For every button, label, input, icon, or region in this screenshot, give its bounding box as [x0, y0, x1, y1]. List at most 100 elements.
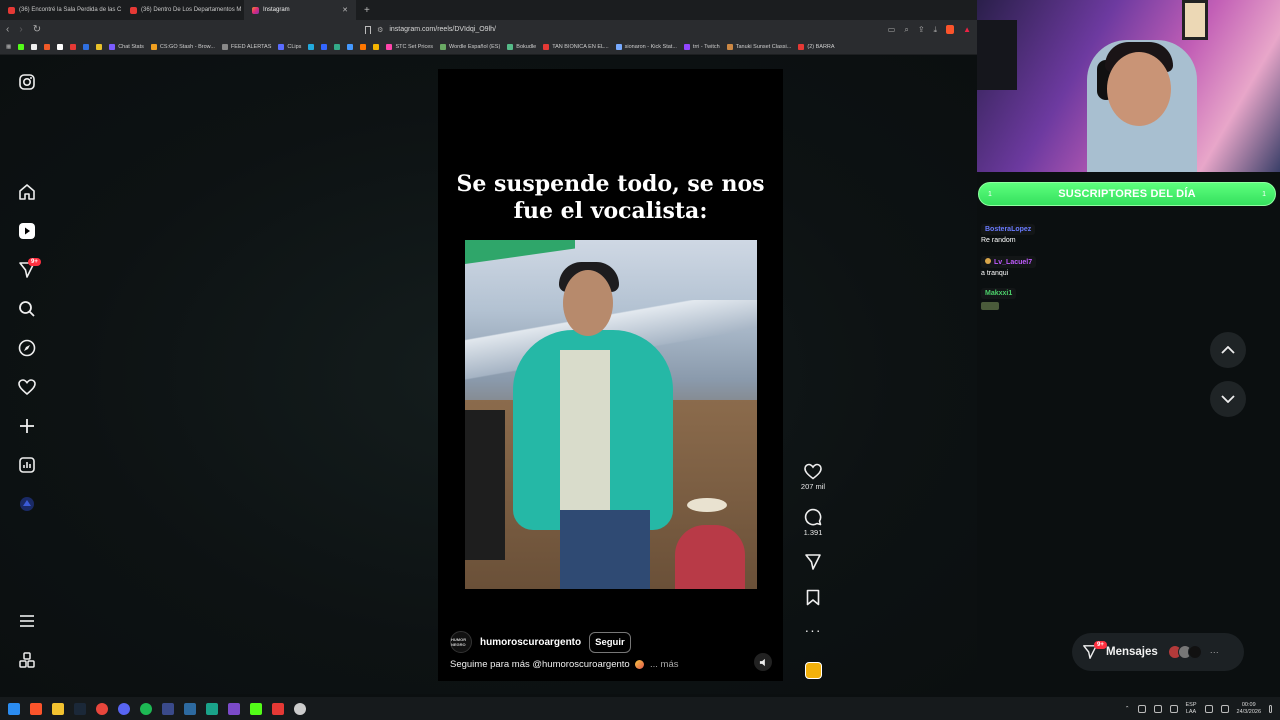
bookmark-twitch[interactable]: trri - Twitch [683, 43, 720, 50]
share-action[interactable] [793, 553, 833, 571]
bookmark-item[interactable] [360, 43, 367, 50]
input-language[interactable]: ESP LAA [1186, 702, 1197, 716]
tab-instagram[interactable]: Instagram ✕ [244, 0, 356, 20]
spotify-icon[interactable] [140, 702, 152, 715]
forward-icon[interactable]: › [19, 24, 22, 35]
bookmark-bokudle[interactable]: Bokudle [507, 43, 536, 50]
author-avatar[interactable]: HUMOR NEGRO [450, 631, 472, 653]
cast-icon[interactable]: ▭ [888, 25, 896, 34]
chrome-icon[interactable] [96, 702, 108, 715]
bookmark-tanuki[interactable]: Tanuki Sunset Classi... [726, 43, 791, 50]
dashboard-icon[interactable] [17, 455, 37, 475]
bookmark-barra[interactable]: (2) BARRA [798, 43, 835, 50]
bookmark-item[interactable] [44, 43, 51, 50]
home-icon[interactable] [17, 182, 37, 202]
bookmark-chat-stats[interactable]: Chat Stats [109, 43, 144, 50]
previous-reel-button[interactable] [1210, 332, 1246, 368]
chevron-up-icon[interactable]: ⌃ [1125, 706, 1130, 712]
mute-button[interactable] [754, 653, 772, 671]
site-info-icon[interactable]: ⚙ [377, 26, 383, 34]
also-from-meta-icon[interactable] [17, 650, 37, 670]
volume-icon[interactable] [1220, 704, 1229, 713]
messages-badge: 9+ [28, 258, 41, 266]
bookmark-tan-bionica[interactable]: TAN BIONICA EN EL... [543, 43, 609, 50]
bookmark-item[interactable] [18, 43, 25, 50]
more-menu-icon[interactable] [17, 611, 37, 631]
bookmark-icon[interactable] [365, 25, 372, 34]
messages-label: Mensajes [1106, 646, 1158, 658]
bookmark-clips[interactable]: CLips [278, 43, 301, 50]
tray-app-icon[interactable] [1153, 704, 1162, 713]
next-reel-button[interactable] [1210, 381, 1246, 417]
more-icon: ··· [804, 622, 822, 638]
app-icon[interactable] [294, 702, 306, 715]
bookmark-kick-stats[interactable]: sionaron - Kick Stat... [615, 43, 677, 50]
kick-icon[interactable] [250, 702, 262, 715]
close-icon[interactable]: ✕ [342, 6, 348, 14]
more-options-action[interactable]: ··· [793, 622, 833, 638]
steam-icon[interactable] [74, 702, 86, 715]
app-icon[interactable] [206, 702, 218, 715]
audio-thumbnail[interactable] [805, 662, 822, 679]
bookmark-item[interactable] [321, 43, 328, 50]
bookmark-wordle[interactable]: Wordle Español (ES) [440, 43, 500, 50]
chat-message: Makxxi1 [981, 288, 1017, 299]
comment-action[interactable]: 1.391 [793, 508, 833, 537]
brave-rewards-icon[interactable]: ▲ [963, 25, 971, 34]
profile-avatar-icon[interactable] [17, 494, 37, 514]
tab-youtube-1[interactable]: (36) Encontré la Sala Perdida de las C [0, 0, 122, 20]
bookmark-feed-alertas[interactable]: FEED ALERTAS [221, 43, 271, 50]
youtube-icon [8, 6, 15, 14]
show-desktop-button[interactable] [1269, 704, 1272, 713]
tab-youtube-2[interactable]: (36) Dentro De Los Departamentos M [122, 0, 244, 20]
bookmark-item[interactable] [308, 43, 315, 50]
notifications-heart-icon[interactable] [17, 377, 37, 397]
bookmark-item[interactable] [96, 43, 103, 50]
bookmark-item[interactable] [373, 43, 380, 50]
author-username[interactable]: humoroscuroargento [480, 637, 581, 648]
explore-icon[interactable] [17, 338, 37, 358]
bookmark-stc-set-prices[interactable]: STC Set Prices [386, 43, 433, 50]
start-icon[interactable] [8, 702, 20, 715]
create-plus-icon[interactable] [17, 416, 37, 436]
follow-button[interactable]: Seguir [589, 631, 631, 653]
network-icon[interactable] [1204, 704, 1213, 713]
back-icon[interactable]: ‹ [6, 24, 9, 35]
reels-icon[interactable] [17, 221, 37, 241]
apps-icon[interactable]: ▦ [6, 44, 11, 50]
reel-video-card[interactable]: Se suspende todo, se nos fue el vocalist… [438, 69, 783, 681]
bookmark-item[interactable] [31, 43, 38, 50]
search-icon[interactable] [17, 299, 37, 319]
like-count: 207 mil [800, 482, 826, 491]
bookmark-csgo-stash[interactable]: CS:GO Stash - Brow... [150, 43, 215, 50]
zoom-icon[interactable]: ⌕ [904, 25, 908, 35]
save-action[interactable] [793, 589, 833, 606]
bookmark-item[interactable] [70, 43, 77, 50]
bookmark-item[interactable] [83, 43, 90, 50]
brave-icon[interactable] [30, 702, 42, 715]
brave-shield-icon[interactable] [946, 25, 955, 34]
app-icon[interactable] [162, 702, 174, 715]
new-tab-button[interactable]: + [356, 5, 378, 16]
app-icon[interactable] [272, 702, 284, 715]
microphone-icon[interactable] [1169, 704, 1178, 713]
reel-video-frame[interactable] [465, 240, 757, 589]
url-field[interactable]: ⚙ instagram.com/reels/DVIdqi_O9lh/ [361, 25, 878, 34]
instagram-logo-icon[interactable] [17, 72, 37, 92]
bookmark-item[interactable] [57, 43, 64, 50]
share-icon[interactable]: ⇪ [918, 25, 925, 34]
like-action[interactable]: 207 mil [793, 463, 833, 491]
discord-icon[interactable] [118, 702, 130, 715]
file-explorer-icon[interactable] [52, 702, 64, 715]
clock[interactable]: 00:09 24/3/2026 [1237, 702, 1261, 716]
bookmark-item[interactable] [347, 43, 354, 50]
app-icon[interactable] [184, 702, 196, 715]
bookmark-item[interactable] [334, 43, 341, 50]
reload-icon[interactable]: ↻ [33, 24, 41, 35]
tray-app-icon[interactable] [1137, 704, 1146, 713]
messages-button[interactable]: 9+ Mensajes ··· [1072, 633, 1244, 671]
download-icon[interactable]: ⤓ [934, 25, 938, 35]
app-icon[interactable] [228, 702, 240, 715]
system-tray: ⌃ ESP LAA 00:09 24/3/2026 [1125, 702, 1272, 716]
more-link[interactable]: ... más [650, 659, 679, 670]
